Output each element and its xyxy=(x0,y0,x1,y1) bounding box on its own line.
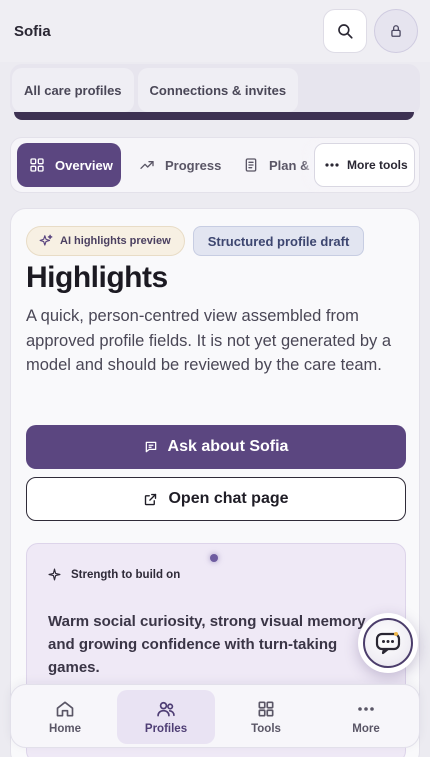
profile-section-tabs: All care profiles Connections & invites xyxy=(10,64,420,116)
trend-up-icon xyxy=(139,157,155,173)
nav-more-label: More xyxy=(352,723,380,735)
app-header: Sofia xyxy=(0,0,430,62)
lock-icon xyxy=(389,24,403,38)
tool-tabs: Overview Progress Plan & More tools xyxy=(10,137,420,193)
search-icon xyxy=(336,22,354,40)
profile-draft-badge: Structured profile draft xyxy=(193,226,364,256)
ai-highlights-badge: AI highlights preview xyxy=(26,226,185,256)
ask-about-button[interactable]: Ask about Sofia xyxy=(26,425,406,469)
tab-connections-invites[interactable]: Connections & invites xyxy=(137,68,299,112)
more-tools-button[interactable]: More tools xyxy=(314,143,415,187)
highlights-card: AI highlights preview Structured profile… xyxy=(10,208,420,757)
ask-about-label: Ask about Sofia xyxy=(167,438,289,455)
strength-heading: Strength to build on xyxy=(48,568,180,581)
chat-bubble-icon xyxy=(144,440,158,454)
sparkle-icon xyxy=(39,234,53,248)
tab-plan[interactable]: Plan & xyxy=(243,143,309,187)
open-chat-page-label: Open chat page xyxy=(168,490,289,507)
tab-all-care-profiles[interactable]: All care profiles xyxy=(12,68,134,112)
assistant-chat-button[interactable] xyxy=(358,613,418,673)
search-button[interactable] xyxy=(323,9,367,53)
profiles-icon xyxy=(156,699,176,719)
ai-highlights-label: AI highlights preview xyxy=(60,235,171,247)
tab-plan-label: Plan & xyxy=(269,157,310,173)
chat-assistant-icon xyxy=(375,631,401,655)
lock-button[interactable] xyxy=(374,9,418,53)
page-title: Sofia xyxy=(14,22,51,40)
nav-home[interactable]: Home xyxy=(16,690,114,744)
nav-profiles-label: Profiles xyxy=(144,723,188,735)
status-dot xyxy=(210,554,218,562)
external-link-icon xyxy=(143,492,158,507)
tab-progress[interactable]: Progress xyxy=(139,143,221,187)
nav-tools[interactable]: Tools xyxy=(217,690,315,744)
strength-heading-label: Strength to build on xyxy=(71,568,181,581)
more-horizontal-icon xyxy=(325,163,339,167)
more-icon xyxy=(356,699,376,719)
grid-icon xyxy=(256,699,276,719)
document-icon xyxy=(243,157,259,173)
tab-overview-label: Overview xyxy=(55,157,113,173)
assistant-avatar xyxy=(363,618,413,668)
highlights-description: A quick, person-centred view assembled f… xyxy=(26,307,392,375)
grid-icon xyxy=(29,157,45,173)
nav-tools-label: Tools xyxy=(251,723,281,735)
nav-profiles[interactable]: Profiles xyxy=(117,690,215,744)
bottom-navigation: Home Profiles Tools More xyxy=(10,684,420,748)
tab-progress-label: Progress xyxy=(165,157,222,173)
tab-overview[interactable]: Overview xyxy=(17,143,121,187)
strength-text: Warm social curiosity, strong visual mem… xyxy=(48,613,369,676)
scrolled-banner-edge xyxy=(14,112,414,120)
open-chat-page-button[interactable]: Open chat page xyxy=(26,477,406,521)
nav-home-label: Home xyxy=(49,723,81,735)
more-tools-label: More tools xyxy=(347,158,408,172)
home-icon xyxy=(55,699,75,719)
sparkle-icon xyxy=(48,568,61,581)
nav-more[interactable]: More xyxy=(317,690,415,744)
highlights-heading: Highlights xyxy=(26,261,168,294)
